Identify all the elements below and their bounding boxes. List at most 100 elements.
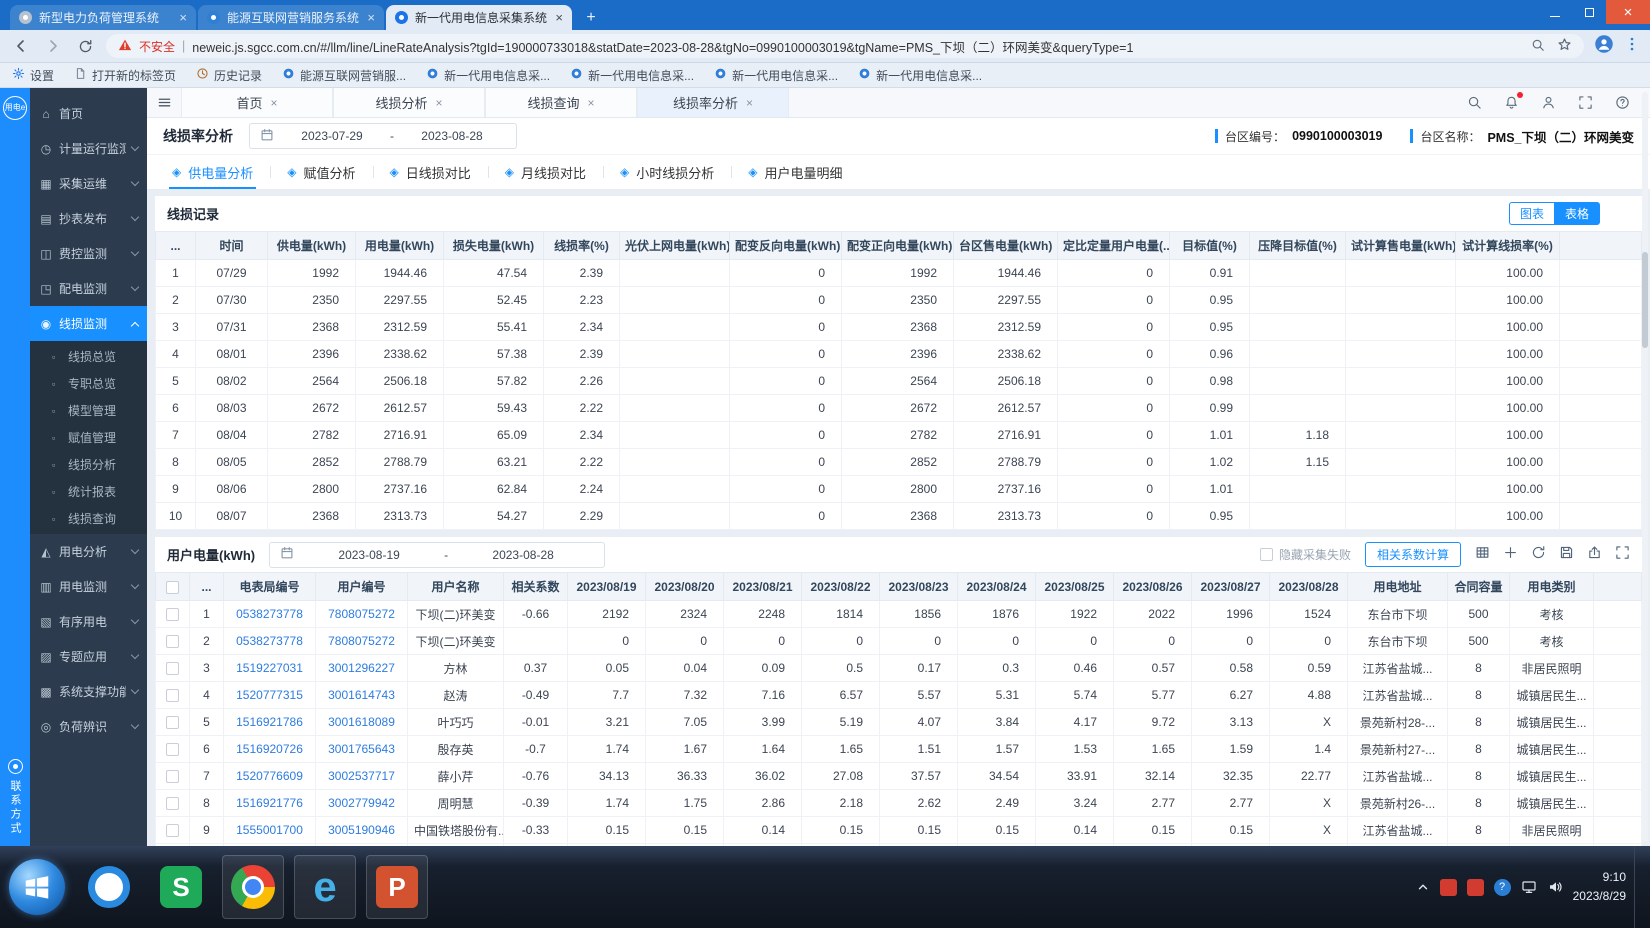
sidebar-item[interactable]: ▩系统支撑功能 [30,674,147,709]
meter-id-link[interactable]: 1516921786 [224,709,316,736]
user-id-link[interactable]: 7808075272 [316,601,408,628]
sidebar-subitem[interactable]: ▫模型管理 [30,397,147,424]
sidebar-item[interactable]: ▨专题应用 [30,639,147,674]
meter-id-link[interactable]: 1520777315 [224,682,316,709]
grid-icon[interactable] [1475,545,1490,565]
sidebar-item[interactable]: ◭用电分析 [30,534,147,569]
sidebar-subitem[interactable]: ▫线损查询 [30,505,147,532]
maximize-button[interactable] [1572,0,1606,24]
close-button[interactable]: × [1606,0,1650,24]
row-checkbox[interactable] [166,824,179,837]
profile-avatar[interactable] [1594,34,1614,59]
meter-id-link[interactable]: 1516920726 [224,736,316,763]
chevron-up-icon[interactable] [1416,880,1430,894]
tab-close-icon[interactable]: × [271,96,278,110]
subtab[interactable]: ◈日线损对比 [373,155,488,189]
bookmark-item[interactable]: 新一代用电信息采... [570,67,694,84]
speaker-icon[interactable] [1547,879,1563,895]
row-checkbox[interactable] [166,662,179,675]
tab-close-icon[interactable]: × [436,96,443,110]
bookmark-item[interactable]: 新一代用电信息采... [714,67,838,84]
taskbar-clock[interactable]: 9:10 2023/8/29 [1573,868,1626,905]
search-icon[interactable] [1467,95,1482,110]
user-id-link[interactable]: 3001618089 [316,709,408,736]
user-id-link[interactable]: 3001614743 [316,682,408,709]
subtab[interactable]: ◈供电量分析 [155,155,270,189]
sidebar-item[interactable]: ◷计量运行监测 [30,131,147,166]
subtab[interactable]: ◈小时线损分析 [603,155,731,189]
row-checkbox[interactable] [166,743,179,756]
user-id-link[interactable]: 3001765643 [316,736,408,763]
browser-tab[interactable]: 新一代用电信息采集系统× [386,5,572,30]
powerpoint-taskbar-button[interactable]: P [366,855,428,919]
save-icon[interactable] [1559,545,1574,565]
sidebar-subitem[interactable]: ▫赋值管理 [30,424,147,451]
reload-icon[interactable] [74,39,96,54]
bookmark-star-icon[interactable] [1557,37,1572,55]
fullscreen-icon[interactable] [1615,545,1630,565]
tab-close-icon[interactable]: × [179,10,187,25]
sidebar-item[interactable]: ▧有序用电 [30,604,147,639]
row-checkbox[interactable] [166,716,179,729]
red-badge-icon[interactable] [1467,879,1484,896]
subtab[interactable]: ◈用户电量明细 [731,155,859,189]
zoom-icon[interactable] [1531,38,1545,55]
ie-taskbar-button[interactable]: e [294,855,356,919]
user-id-link[interactable]: 3002537717 [316,763,408,790]
browser-menu-icon[interactable] [1624,36,1640,57]
help-icon[interactable] [1615,95,1630,110]
chrome-taskbar-button[interactable] [222,855,284,919]
sidebar-item[interactable]: ▤抄表发布 [30,201,147,236]
sidebar-subitem[interactable]: ▫统计报表 [30,478,147,505]
sidebar-subitem[interactable]: ▫线损总览 [30,343,147,370]
tab-close-icon[interactable]: × [746,96,753,110]
browser-tab[interactable]: 新型电力负荷管理系统× [10,5,196,30]
minimize-button[interactable] [1538,0,1572,24]
monitor-icon[interactable] [1521,879,1537,895]
address-bar[interactable]: 不安全 | neweic.js.sgcc.com.cn/#/llm/line/L… [106,34,1584,58]
hide-failed-checkbox[interactable] [1260,548,1273,561]
tab-close-icon[interactable]: × [588,96,595,110]
hide-failed-toggle[interactable]: 隐藏采集失败 [1260,546,1351,563]
subtab[interactable]: ◈月线损对比 [488,155,603,189]
bookmark-item[interactable]: 能源互联网营销服... [282,67,406,84]
messenger-taskbar-button[interactable] [78,855,140,919]
view-toggle-chart[interactable]: 图表 [1509,202,1554,225]
plus-icon[interactable] [1503,545,1518,565]
correlation-calc-button[interactable]: 相关系数计算 [1365,542,1461,567]
row-checkbox[interactable] [166,635,179,648]
back-icon[interactable] [10,38,32,54]
tab-close-icon[interactable]: × [555,10,563,25]
row-checkbox[interactable] [166,797,179,810]
select-all-checkbox[interactable] [166,581,179,594]
refresh-icon[interactable] [1531,545,1546,565]
contact-block[interactable]: 联系方式 [7,759,23,836]
row-checkbox[interactable] [166,608,179,621]
date-range-picker[interactable]: 2023-07-29 - 2023-08-28 [249,123,517,149]
meter-id-link[interactable]: 1516921776 [224,790,316,817]
user-id-link[interactable]: 7808075272 [316,628,408,655]
meter-id-link[interactable]: 1519227031 [224,655,316,682]
workspace-tab[interactable]: 首页× [181,88,333,117]
user-id-link[interactable]: 3005190946 [316,817,408,844]
meter-id-link[interactable]: 0538273778 [224,628,316,655]
s-app-taskbar-button[interactable]: S [150,855,212,919]
sidebar-item[interactable]: ◉线损监测 [30,306,147,341]
help-badge-icon[interactable]: ? [1494,879,1511,896]
tab-close-icon[interactable]: × [367,10,375,25]
forward-icon[interactable] [42,38,64,54]
sidebar-subitem[interactable]: ▫线损分析 [30,451,147,478]
sidebar-item[interactable]: ◳配电监测 [30,271,147,306]
bookmark-item[interactable]: 新一代用电信息采... [426,67,550,84]
browser-tab[interactable]: 能源互联网营销服务系统× [198,5,384,30]
page-scrollbar[interactable] [1642,92,1648,842]
workspace-tab[interactable]: 线损分析× [333,88,485,117]
user-id-link[interactable]: 3001296227 [316,655,408,682]
start-taskbar-button[interactable] [6,855,68,919]
user-id-link[interactable]: 3002779942 [316,790,408,817]
bookmark-item[interactable]: 打开新的标签页 [74,67,176,84]
sidebar-item[interactable]: ◫费控监测 [30,236,147,271]
show-desktop-button[interactable] [1634,846,1644,928]
red-badge-icon[interactable] [1440,879,1457,896]
workspace-tab[interactable]: 线损查询× [485,88,637,117]
